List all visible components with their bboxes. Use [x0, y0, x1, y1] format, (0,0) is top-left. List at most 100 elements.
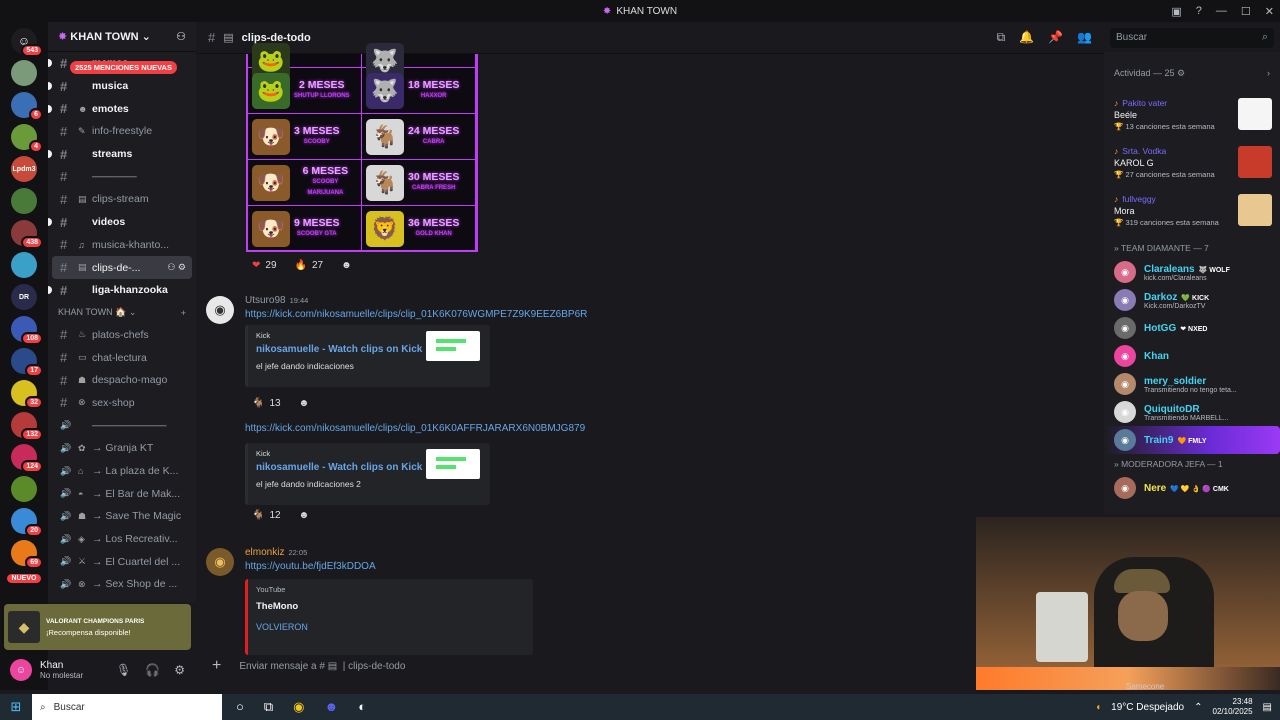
server-icon[interactable]: 20 [11, 508, 43, 537]
server-icon[interactable]: 132 [11, 412, 43, 441]
channel-settings-icon[interactable]: ⚇ ⚙ [167, 262, 186, 273]
chrome-icon[interactable]: ◉ [293, 699, 304, 715]
message-link[interactable]: https://kick.com/nikosamuelle/clips/clip… [245, 423, 585, 434]
member-item[interactable]: ◉ HotGG ❤ NXED [1104, 314, 1280, 342]
channel-item[interactable]: # musica [48, 75, 196, 98]
member-item[interactable]: ◉ Claraleans 🐺 WOLF kick.com/Claraleans [1104, 258, 1280, 286]
task-view-icon[interactable]: ⧉ [264, 699, 273, 715]
add-reaction-icon[interactable]: ☻ [335, 258, 358, 273]
channel-item[interactable]: # ☻ emotes [48, 97, 196, 120]
channel-item[interactable]: # ▭ chat-lectura [48, 346, 196, 369]
channel-item[interactable]: # liga-khanzooka [48, 279, 196, 302]
plus-icon[interactable]: + [212, 657, 221, 675]
server-icon[interactable] [11, 252, 37, 278]
activity-card[interactable]: ♪ Pakito vater Beéle 🏆 13 canciones esta se… [1104, 94, 1280, 142]
inbox-icon[interactable]: ▣ [1171, 5, 1181, 18]
channel-item[interactable]: # ☗ despacho-mago [48, 369, 196, 392]
channel-item[interactable]: 🔊 ⊗ → Sex Shop de ... [48, 573, 196, 596]
channel-item[interactable]: # streams [48, 143, 196, 166]
server-icon[interactable]: 124 [11, 444, 43, 473]
channel-item[interactable]: 🔊 ────────── [48, 414, 196, 437]
channel-item[interactable]: 🔊 ⚔ → El Cuartel del ... [48, 550, 196, 573]
taskbar-search[interactable]: ⌕ Buscar [32, 694, 222, 720]
search-input[interactable]: Buscar ⌕ [1110, 28, 1274, 48]
channel-item[interactable]: # ✎ info-freestyle [48, 120, 196, 143]
add-reaction-icon[interactable]: ☻ [293, 396, 316, 411]
help-icon[interactable]: ? [1196, 5, 1202, 17]
maximize-button[interactable]: ☐ [1241, 5, 1251, 18]
discord-icon[interactable]: ☻ [325, 699, 339, 715]
server-icon[interactable] [11, 60, 37, 86]
microphone-icon[interactable]: 🎙 [116, 663, 131, 677]
server-icon[interactable]: Lpdm3 [11, 156, 37, 182]
avatar[interactable]: ◉ [206, 548, 234, 576]
add-channel-icon[interactable]: + [181, 308, 186, 318]
category-header[interactable]: KHAN TOWN 🏠 ⌄ + [48, 302, 196, 324]
avatar[interactable]: ◉ [1114, 317, 1136, 339]
bell-icon[interactable]: 🔔 [1019, 30, 1034, 45]
channel-item[interactable]: 🔊 ✿ → Granja KT [48, 437, 196, 460]
server-icon[interactable]: 32 [11, 380, 43, 409]
member-item[interactable]: ◉ Nere 💙 💛 👌 🟣 CMK [1104, 474, 1280, 502]
server-icon[interactable] [11, 476, 37, 502]
emote-grid-image[interactable]: 🐸 🐺 🐸 2 MESES SHUTUP LLORONS 🐺 18 MESES HAXXOR 🐶… [246, 42, 478, 252]
channel-item[interactable]: # ▤ clips-stream [48, 188, 196, 211]
message-link[interactable]: https://kick.com/nikosamuelle/clips/clip… [245, 309, 845, 320]
server-icon[interactable]: DR [11, 284, 37, 310]
reaction[interactable]: ❤ 29 [246, 258, 283, 273]
gear-icon[interactable]: ⚙ [174, 663, 185, 677]
avatar[interactable]: ◉ [1114, 373, 1136, 395]
close-button[interactable]: ✕ [1265, 5, 1274, 18]
server-icon[interactable]: 6 [11, 92, 43, 121]
member-item[interactable]: ◉ Train9 🧡 FMLY [1104, 426, 1280, 454]
channel-item[interactable]: # ⊗ sex-shop [48, 392, 196, 415]
server-icon[interactable]: 69 [11, 540, 43, 569]
avatar[interactable]: ◉ [1114, 345, 1136, 367]
obs-icon[interactable]: ◐ [358, 699, 366, 715]
server-icon[interactable]: 17 [11, 348, 43, 377]
avatar[interactable]: ◉ [1114, 261, 1136, 283]
channel-item[interactable]: 🔊 ⌂ → La plaza de K... [48, 460, 196, 483]
gear-icon[interactable]: ⚙ [1177, 68, 1185, 78]
message-composer[interactable]: + Enviar mensaje a # ▤ | clips-de-todo [206, 650, 1074, 682]
message-author[interactable]: elmonkiz [245, 547, 284, 558]
server-icon[interactable] [11, 188, 37, 214]
embed-title[interactable]: TheMono [256, 601, 525, 612]
member-item[interactable]: ◉ Khan [1104, 342, 1280, 370]
message-link[interactable]: https://youtu.be/fjdEf3kDDOA [245, 561, 845, 572]
avatar[interactable]: ◉ [1114, 401, 1136, 423]
mentions-pill[interactable]: 2525 MENCIONES NUEVAS [70, 61, 177, 74]
notifications-icon[interactable]: ▤ [1263, 702, 1272, 713]
avatar[interactable]: ☺ [10, 659, 32, 681]
clock[interactable]: 23:48 02/10/2025 [1213, 697, 1253, 717]
server-icon[interactable]: 438 [11, 220, 43, 249]
avatar[interactable]: ◉ [1114, 429, 1136, 451]
embed-thumbnail[interactable] [426, 331, 480, 361]
embed-thumbnail[interactable] [426, 449, 480, 479]
chevron-up-icon[interactable]: ⌃ [1194, 702, 1202, 713]
cortana-icon[interactable]: ○ [236, 699, 244, 715]
server-icon[interactable]: 4 [11, 124, 43, 153]
channel-item[interactable]: 🔊 ☗ → Save The Magic [48, 505, 196, 528]
channel-item[interactable]: # ▤ clips-de-... ⚇ ⚙ [52, 256, 192, 279]
channel-item[interactable]: # videos [48, 211, 196, 234]
avatar[interactable]: ◉ [1114, 289, 1136, 311]
add-friend-icon[interactable]: ⚇ [176, 30, 186, 43]
embed-video-title[interactable]: VOLVIERON [256, 622, 525, 632]
member-item[interactable]: ◉ mery_soldier Transmitiendo no tengo teta… [1104, 370, 1280, 398]
member-item[interactable]: ◉ Darkoz 💚 KICK Kick.com/DarkozTV [1104, 286, 1280, 314]
pin-icon[interactable]: 📌 [1048, 30, 1063, 45]
member-item[interactable]: ◉ QuiquitoDR Transmitiendo MARBELL... [1104, 398, 1280, 426]
activity-card[interactable]: ♪ Srta. Vodka KAROL G 🏆 27 canciones esta s… [1104, 142, 1280, 190]
reaction-goat[interactable]: 🐐 13 [246, 396, 287, 411]
headphones-icon[interactable]: 🎧 [145, 663, 160, 677]
channel-item[interactable]: 🔊 ◓ → El Bar de Mak... [48, 482, 196, 505]
server-icon[interactable]: 108 [11, 316, 43, 345]
channel-item[interactable]: 🔊 ◈ → Los Recreativ... [48, 528, 196, 551]
add-reaction-icon[interactable]: ☻ [293, 508, 316, 523]
channel-item[interactable]: # ♫ musica-khanto... [48, 234, 196, 257]
chevron-right-icon[interactable]: › [1267, 68, 1270, 78]
members-icon[interactable]: 👥 [1077, 30, 1092, 45]
reaction[interactable]: 🔥 27 [289, 258, 330, 273]
avatar[interactable]: ◉ [1114, 477, 1136, 499]
